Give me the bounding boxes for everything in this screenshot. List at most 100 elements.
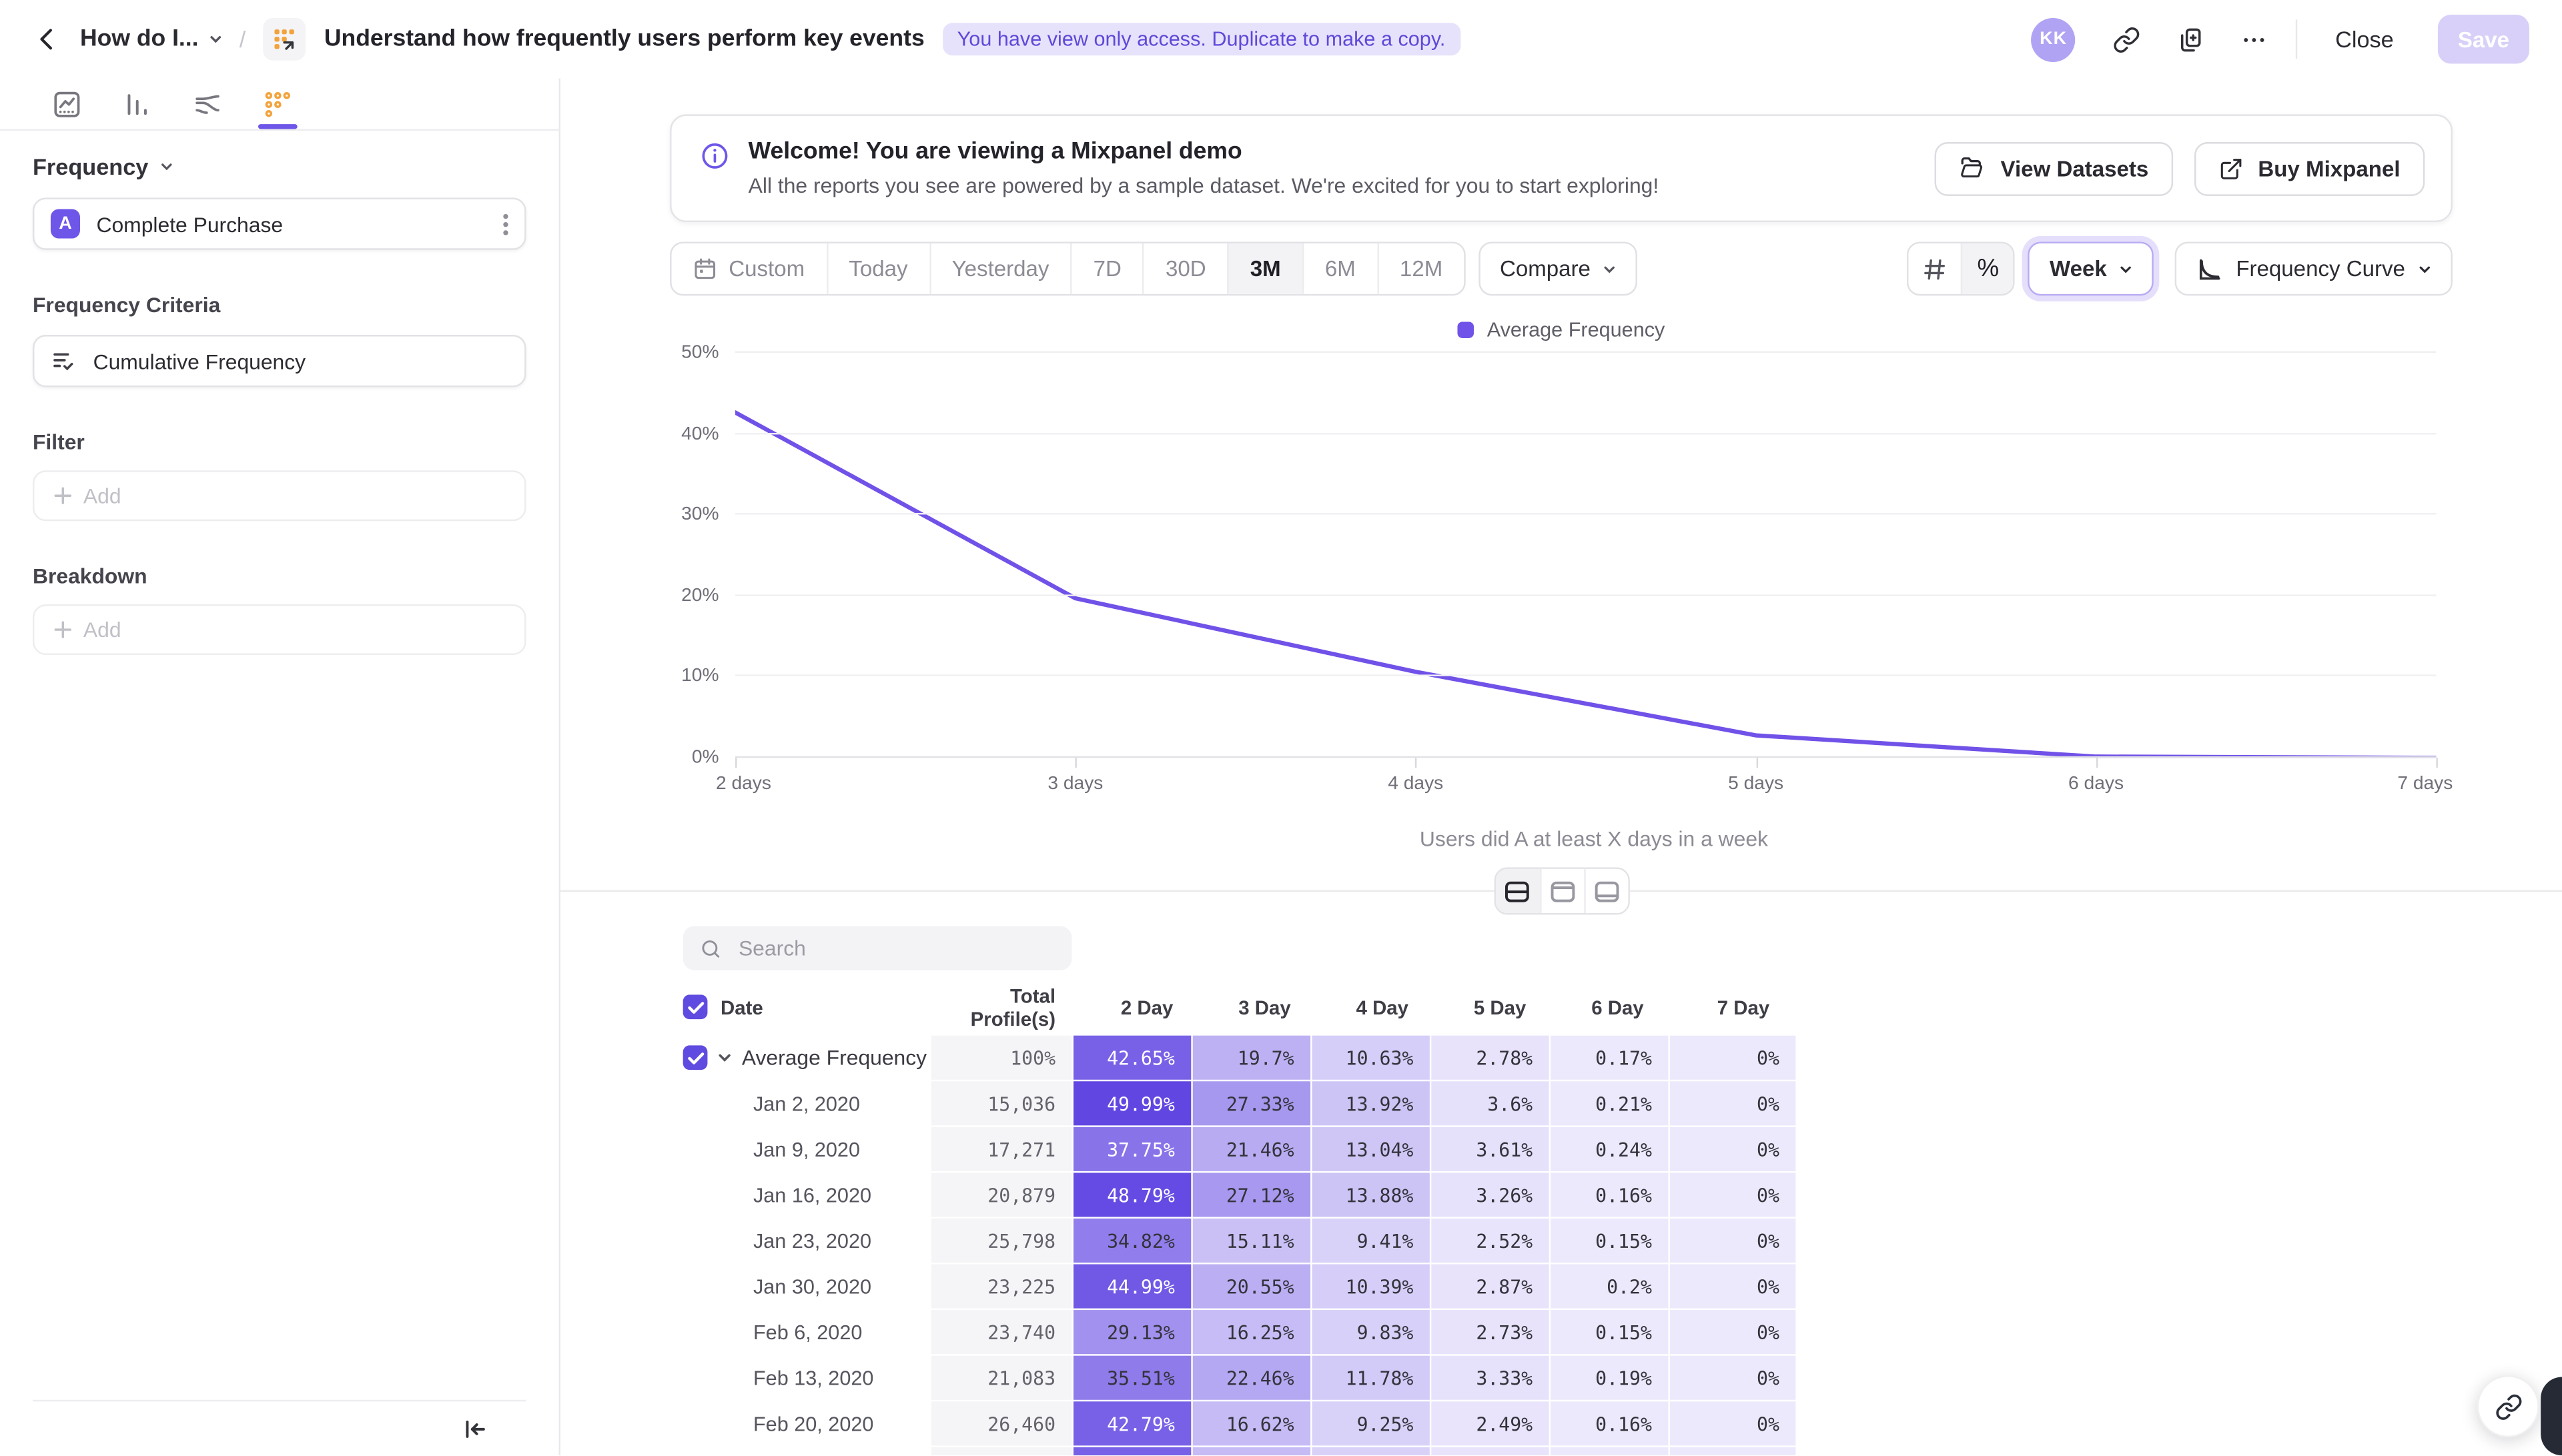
tab-insights[interactable]	[49, 79, 85, 129]
col-header-6day[interactable]: 6 Day	[1543, 996, 1660, 1018]
frequency-section-header[interactable]: Frequency	[33, 153, 526, 179]
heat-cell: 35.51%	[1074, 1356, 1191, 1400]
view-datasets-button[interactable]: View Datasets	[1936, 141, 2173, 195]
range-12m[interactable]: 12M	[1377, 243, 1464, 294]
gridline	[735, 432, 2436, 434]
compare-button[interactable]: Compare	[1478, 241, 1638, 295]
range-30d[interactable]: 30D	[1143, 243, 1228, 294]
range-yesterday[interactable]: Yesterday	[929, 243, 1070, 294]
layout-chart-bottom-button[interactable]	[1583, 869, 1627, 913]
row-date-cell: Jan 2, 2020	[683, 1081, 931, 1125]
info-icon	[701, 142, 729, 170]
table-row[interactable]: Jan 23, 202025,79834.82%15.11%9.41%2.52%…	[683, 1219, 1799, 1263]
range-6m[interactable]: 6M	[1302, 243, 1377, 294]
col-header-7day[interactable]: 7 Day	[1660, 996, 1786, 1018]
breadcrumb[interactable]: How do I...	[80, 26, 222, 52]
tab-flows[interactable]	[189, 79, 226, 129]
chart-top-view-icon	[1549, 880, 1575, 902]
y-tick-label: 20%	[681, 586, 719, 606]
row-date-label: Feb 20, 2020	[753, 1412, 873, 1435]
list-check-icon	[51, 348, 77, 374]
table-row[interactable]: Feb 13, 202021,08335.51%22.46%11.78%3.33…	[683, 1356, 1799, 1400]
search-input[interactable]	[735, 934, 1055, 962]
event-options-kebab-icon[interactable]	[503, 213, 508, 235]
range-today[interactable]: Today	[826, 243, 929, 294]
table-row[interactable]: Jan 16, 202020,87948.79%27.12%13.88%3.26…	[683, 1173, 1799, 1217]
share-link-fab[interactable]	[2477, 1376, 2539, 1438]
chevron-down-icon	[2120, 262, 2133, 275]
range-custom[interactable]: Custom	[672, 243, 826, 294]
buy-mixpanel-label: Buy Mixpanel	[2258, 156, 2400, 181]
buy-mixpanel-button[interactable]: Buy Mixpanel	[2194, 141, 2425, 195]
layout-chart-top-button[interactable]	[1539, 869, 1583, 913]
back-button[interactable]	[33, 25, 62, 54]
table-body: Average Frequency100%42.65%19.7%10.63%2.…	[683, 1036, 1799, 1456]
heat-cell: 29.13%	[1074, 1310, 1191, 1354]
range-7d[interactable]: 7D	[1070, 243, 1142, 294]
frequency-table: Date Total Profile(s) 2 Day 3 Day 4 Day …	[683, 992, 1799, 1456]
layout-split-button[interactable]	[1495, 869, 1539, 913]
save-button[interactable]: Save	[2438, 15, 2529, 63]
search-icon	[699, 936, 722, 959]
controls-row: Custom Today Yesterday 7D 30D 3M 6M 12M …	[670, 241, 2453, 295]
col-header-5day[interactable]: 5 Day	[1425, 996, 1543, 1018]
avatar[interactable]: KK	[2032, 17, 2076, 61]
close-button[interactable]: Close	[2325, 25, 2403, 54]
external-link-icon	[2219, 156, 2244, 181]
heat-cell	[1551, 1447, 1668, 1456]
heat-cell: 0%	[1670, 1219, 1796, 1263]
topbar-divider	[2296, 19, 2297, 59]
col-header-2day[interactable]: 2 Day	[1072, 996, 1190, 1018]
chevron-down-icon	[2418, 262, 2431, 275]
table-row[interactable]: Average Frequency100%42.65%19.7%10.63%2.…	[683, 1036, 1799, 1080]
heat-cell: 37.75%	[1074, 1127, 1191, 1171]
table-row[interactable]: Jan 2, 202015,03649.99%27.33%13.92%3.6%0…	[683, 1081, 1799, 1125]
legend-swatch	[1458, 321, 1474, 337]
table-row[interactable]: Feb 20, 202026,46042.79%16.62%9.25%2.49%…	[683, 1401, 1799, 1445]
collapse-sidebar-button[interactable]	[462, 1417, 487, 1440]
range-label: 30D	[1166, 256, 1206, 281]
ellipsis-icon	[2240, 25, 2268, 53]
range-3m[interactable]: 3M	[1227, 243, 1302, 294]
expand-chevron-icon[interactable]	[717, 1050, 732, 1065]
heat-cell: 11.78%	[1312, 1356, 1430, 1400]
table-search[interactable]	[683, 926, 1072, 970]
absolute-count-toggle[interactable]	[1909, 243, 1961, 294]
table-row-partial[interactable]	[683, 1447, 1799, 1456]
breakdown-add-button[interactable]: Add	[33, 604, 526, 655]
duplicate-button[interactable]	[2177, 25, 2205, 53]
tab-funnels[interactable]	[119, 79, 155, 129]
row-date-cell	[683, 1447, 931, 1456]
table-row[interactable]: Feb 6, 202023,74029.13%16.25%9.83%2.73%0…	[683, 1310, 1799, 1354]
copy-link-button[interactable]	[2113, 25, 2141, 53]
table-row[interactable]: Jan 30, 202023,22544.99%20.55%10.39%2.87…	[683, 1265, 1799, 1309]
select-all-checkbox[interactable]	[683, 994, 708, 1019]
more-menu-button[interactable]	[2240, 25, 2268, 53]
range-custom-label: Custom	[729, 256, 805, 281]
frequency-criteria-label: Frequency Criteria	[33, 292, 526, 317]
mixpanel-app: How do I... / Understand how frequently …	[0, 0, 2562, 1456]
frequency-curve-icon	[2197, 255, 2223, 281]
row-total-cell: 23,740	[931, 1310, 1072, 1354]
criteria-value: Cumulative Frequency	[93, 349, 508, 374]
frequency-line	[735, 353, 2436, 758]
heat-cell: 27.33%	[1193, 1081, 1310, 1125]
heat-cell: 13.04%	[1312, 1127, 1430, 1171]
breakdown-label: Breakdown	[33, 564, 526, 588]
col-header-4day[interactable]: 4 Day	[1307, 996, 1424, 1018]
heat-cell: 44.99%	[1074, 1265, 1191, 1309]
col-header-total[interactable]: Total Profile(s)	[931, 984, 1072, 1030]
filter-add-button[interactable]: Add	[33, 470, 526, 521]
col-header-date[interactable]: Date	[721, 996, 763, 1018]
col-header-3day[interactable]: 3 Day	[1190, 996, 1307, 1018]
tab-retention[interactable]	[260, 79, 296, 129]
table-row[interactable]: Jan 9, 202017,27137.75%21.46%13.04%3.61%…	[683, 1127, 1799, 1171]
percent-toggle[interactable]: %	[1961, 243, 2014, 294]
row-date-cell: Feb 6, 2020	[683, 1310, 931, 1354]
frequency-criteria-select[interactable]: Cumulative Frequency	[33, 335, 526, 387]
chart-view-select[interactable]: Frequency Curve	[2176, 241, 2453, 295]
interval-select[interactable]: Week	[2028, 241, 2154, 295]
event-row-complete-purchase[interactable]: A Complete Purchase	[33, 197, 526, 249]
range-label: 12M	[1400, 256, 1442, 281]
row-checkbox[interactable]	[683, 1045, 708, 1070]
